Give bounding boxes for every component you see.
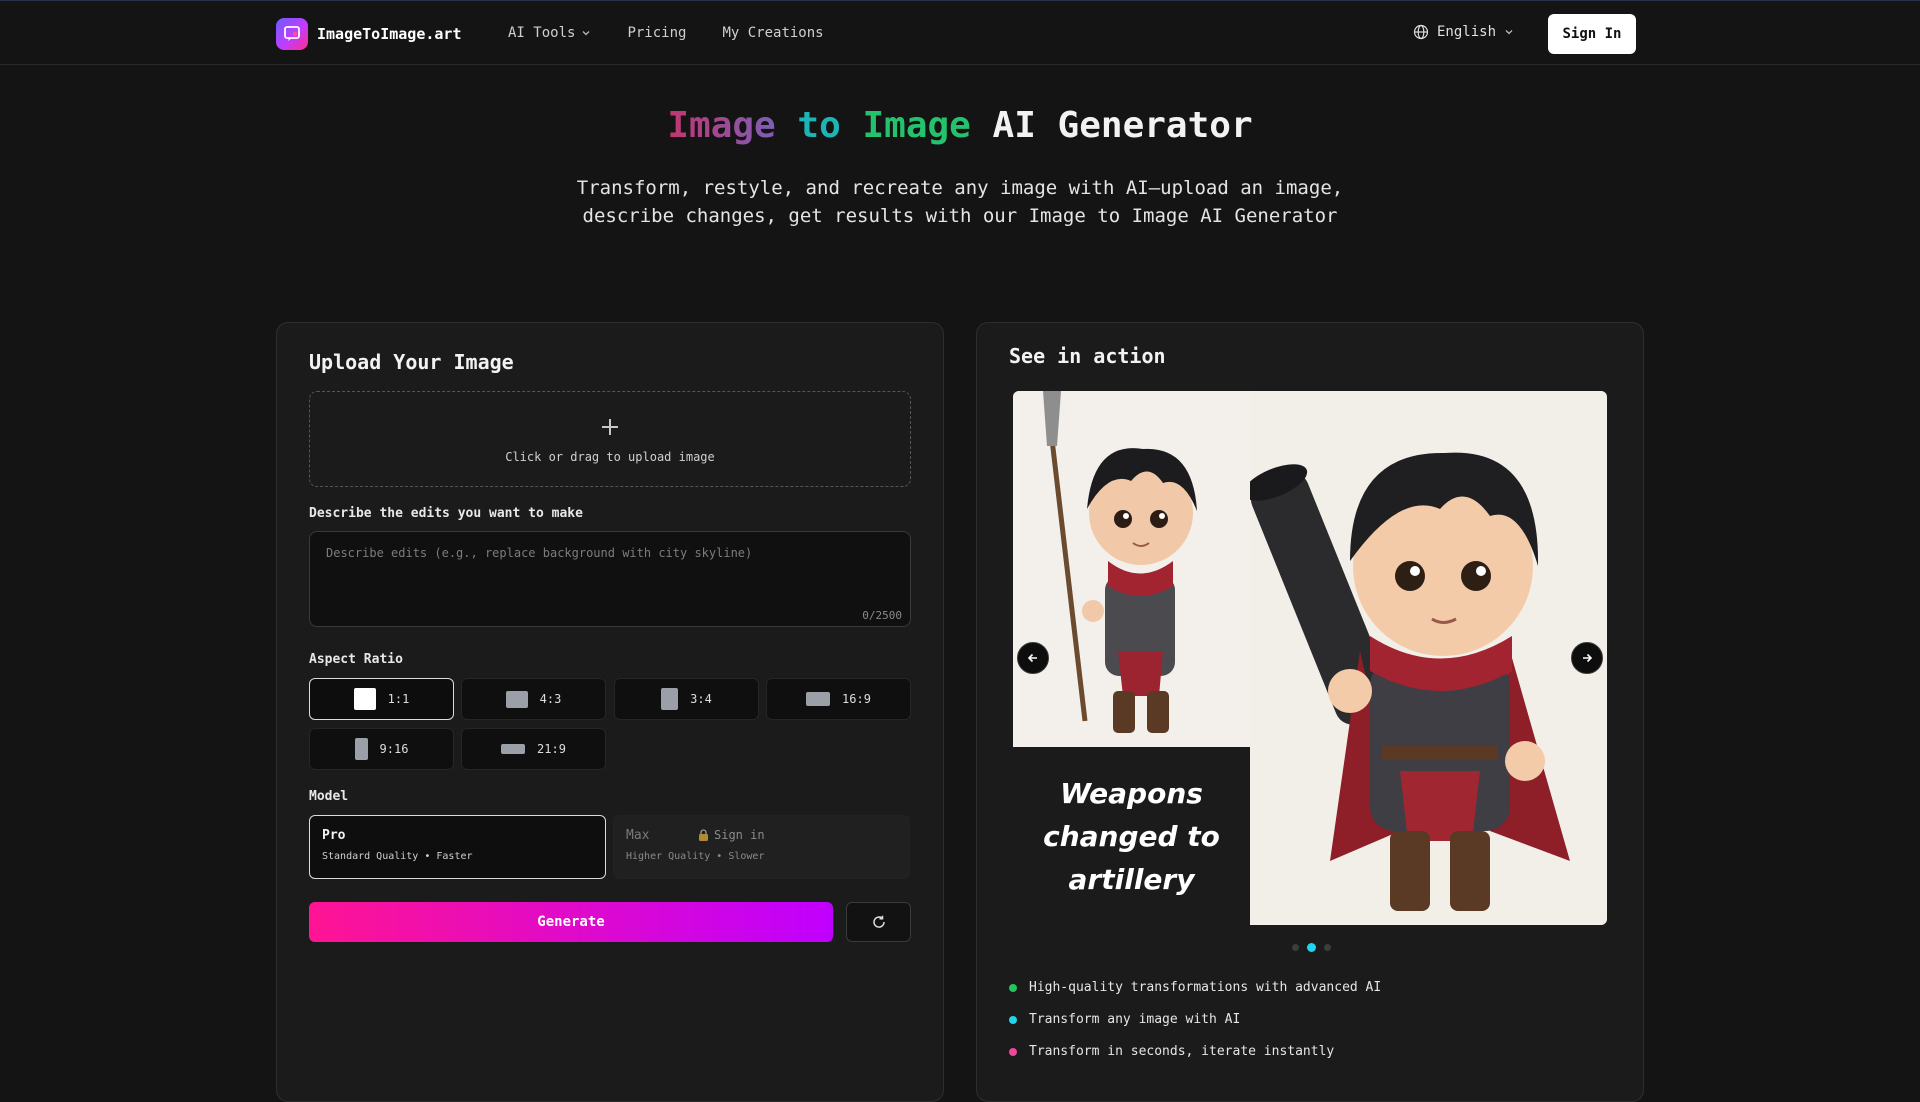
carousel-dot[interactable]: [1291, 944, 1299, 951]
nav-ai-tools[interactable]: AI Tools: [508, 25, 591, 41]
bullet-icon: [1009, 1047, 1017, 1056]
example-caption: Weapons changed to artillery: [1013, 747, 1250, 925]
example-showcase: Weapons changed to artillery: [1013, 391, 1607, 925]
top-navbar: ImageToImage.art AI Tools Pricing My Cre…: [0, 0, 1920, 65]
title-word-image-2: Image: [862, 105, 971, 146]
image-upload-dropzone[interactable]: Click or drag to upload image: [309, 391, 911, 487]
carousel-dots: [977, 943, 1645, 952]
arrow-left-icon: [1027, 653, 1037, 663]
lock-signin-label: Sign in: [714, 828, 765, 842]
nav-links: AI Tools Pricing My Creations: [508, 25, 824, 41]
language-selector[interactable]: English: [1413, 24, 1514, 40]
nav-my-creations[interactable]: My Creations: [722, 25, 823, 41]
carousel-prev-button[interactable]: [1017, 642, 1049, 674]
landscape-rect-icon: [505, 690, 528, 708]
aspect-3-4-button[interactable]: 3:4: [614, 678, 759, 720]
edits-label: Describe the edits you want to make: [309, 506, 583, 521]
carousel-dot-active[interactable]: [1306, 943, 1316, 952]
lock-icon: [699, 829, 708, 841]
square-icon: [353, 688, 376, 710]
language-label: English: [1437, 24, 1497, 40]
edits-placeholder: Describe edits (e.g., replace background…: [326, 546, 753, 560]
tall-rect-icon: [354, 738, 368, 760]
aspect-1-1-button[interactable]: 1:1: [309, 678, 454, 720]
aspect-label: 3:4: [690, 692, 712, 706]
bullet-icon: [1009, 983, 1017, 992]
feature-item: Transform in seconds, iterate instantly: [1009, 1044, 1334, 1059]
upload-panel: Upload Your Image Click or drag to uploa…: [276, 322, 944, 1102]
feature-text: Transform any image with AI: [1029, 1012, 1241, 1027]
after-image: [1243, 391, 1607, 925]
brand-logo[interactable]: ImageToImage.art: [276, 18, 462, 50]
aspect-label: 16:9: [842, 692, 871, 706]
aspect-4-3-button[interactable]: 4:3: [461, 678, 606, 720]
page-subtitle: Transform, restyle, and recreate any ima…: [576, 177, 1344, 227]
ultrawide-rect-icon: [501, 744, 526, 754]
char-counter: 0/2500: [862, 609, 902, 622]
model-max-card[interactable]: Max Higher Quality • Slower Sign in: [613, 815, 910, 879]
aspect-21-9-button[interactable]: 21:9: [461, 728, 606, 770]
chevron-down-icon: [582, 31, 590, 36]
edits-textarea[interactable]: Describe edits (e.g., replace background…: [309, 531, 911, 627]
carousel-next-button[interactable]: [1571, 642, 1603, 674]
model-name: Pro: [322, 828, 346, 843]
generate-button[interactable]: Generate: [309, 902, 833, 942]
portrait-rect-icon: [661, 688, 679, 710]
model-label: Model: [309, 789, 349, 804]
feature-item: High-quality transformations with advanc…: [1009, 980, 1381, 995]
chevron-down-icon: [1505, 30, 1513, 35]
model-desc: Standard Quality • Faster: [322, 851, 473, 862]
aspect-16-9-button[interactable]: 16:9: [766, 678, 911, 720]
aspect-label: 9:16: [379, 742, 409, 756]
upload-panel-title: Upload Your Image: [309, 350, 514, 374]
arrow-right-icon: [1583, 653, 1593, 663]
reset-button[interactable]: [846, 902, 911, 942]
model-desc: Higher Quality • Slower: [626, 851, 765, 862]
model-lock-badge[interactable]: Sign in: [698, 828, 765, 842]
brand-name: ImageToImage.art: [317, 25, 462, 43]
aspect-9-16-button[interactable]: 9:16: [309, 728, 454, 770]
title-word-ai-generator: AI Generator: [992, 105, 1253, 146]
carousel-dot[interactable]: [1323, 944, 1331, 951]
model-pro-card[interactable]: Pro Standard Quality • Faster: [309, 815, 606, 879]
aspect-label: 21:9: [537, 742, 566, 756]
feature-item: Transform any image with AI: [1009, 1012, 1240, 1027]
aspect-label: 1:1: [387, 692, 410, 706]
action-panel: See in action Weapons changed to artille…: [976, 322, 1644, 1102]
feature-text: Transform in seconds, iterate instantly: [1029, 1044, 1335, 1059]
nav-ai-tools-label: AI Tools: [508, 25, 576, 41]
wide-rect-icon: [806, 692, 831, 706]
upload-hint: Click or drag to upload image: [505, 450, 715, 464]
globe-icon: [1413, 24, 1429, 40]
aspect-ratio-label: Aspect Ratio: [309, 652, 403, 667]
before-image: [1013, 391, 1250, 747]
action-panel-title: See in action: [1009, 344, 1166, 368]
bullet-icon: [1009, 1015, 1017, 1024]
aspect-label: 4:3: [539, 692, 562, 706]
refresh-icon: [872, 915, 885, 928]
page-title: Image to Image AI Generator: [0, 105, 1920, 146]
plus-icon: [599, 414, 621, 444]
chat-image-icon: [276, 18, 308, 50]
feature-text: High-quality transformations with advanc…: [1029, 980, 1382, 995]
sign-in-button[interactable]: Sign In: [1548, 14, 1636, 54]
title-word-image-1: Image: [667, 105, 776, 146]
nav-pricing[interactable]: Pricing: [627, 25, 686, 41]
title-word-to: to: [797, 105, 841, 146]
